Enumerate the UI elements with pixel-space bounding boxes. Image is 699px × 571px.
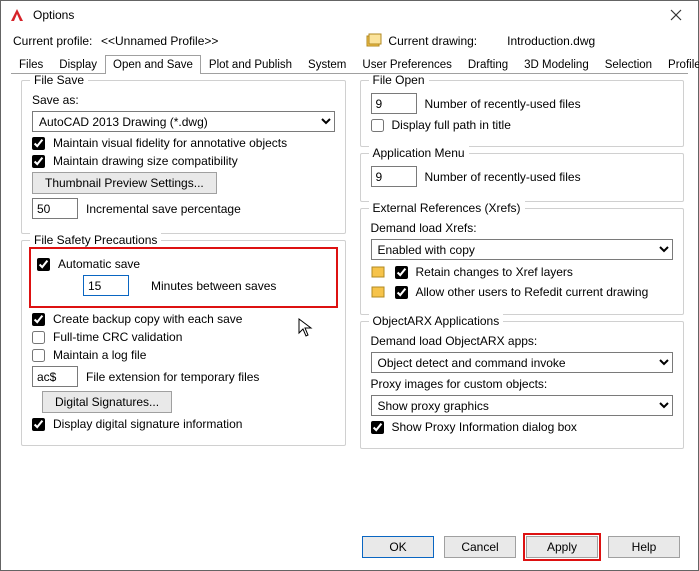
- retain-xref-label: Retain changes to Xref layers: [416, 265, 573, 279]
- tab-selection[interactable]: Selection: [597, 55, 660, 74]
- current-drawing-value: Introduction.dwg: [507, 34, 595, 48]
- current-profile-label: Current profile:: [13, 34, 93, 48]
- maintain-log-label: Maintain a log file: [53, 348, 146, 362]
- crc-validation-label: Full-time CRC validation: [53, 330, 182, 344]
- incremental-save-input[interactable]: [32, 198, 78, 219]
- recent-files-open-label: Number of recently-used files: [425, 97, 581, 111]
- demand-xrefs-label: Demand load Xrefs:: [371, 221, 477, 235]
- app-icon: [7, 5, 27, 25]
- tab-user-preferences[interactable]: User Preferences: [354, 55, 459, 74]
- demand-xrefs-combo[interactable]: Enabled with copy: [371, 239, 674, 260]
- xref-retain-icon: [371, 264, 387, 280]
- drawing-icon: [366, 33, 382, 49]
- minutes-between-saves-input[interactable]: [83, 275, 129, 296]
- tab-profiles[interactable]: Profiles: [660, 55, 699, 74]
- group-objectarx: ObjectARX Applications Demand load Objec…: [360, 321, 685, 449]
- maintain-visual-checkbox[interactable]: [32, 137, 45, 150]
- current-drawing-label: Current drawing:: [388, 34, 477, 48]
- maintain-size-checkbox[interactable]: [32, 155, 45, 168]
- display-digsig-checkbox[interactable]: [32, 418, 45, 431]
- show-proxy-dlg-label: Show Proxy Information dialog box: [392, 420, 577, 434]
- group-title-file-save: File Save: [30, 74, 88, 87]
- maintain-size-label: Maintain drawing size compatibility: [53, 154, 238, 168]
- xref-refedit-icon: [371, 284, 387, 300]
- group-file-open: File Open Number of recently-used files …: [360, 80, 685, 147]
- maintain-visual-label: Maintain visual fidelity for annotative …: [53, 136, 287, 150]
- tab-3d-modeling[interactable]: 3D Modeling: [516, 55, 597, 74]
- close-icon[interactable]: [656, 1, 696, 29]
- recent-files-menu-label: Number of recently-used files: [425, 170, 581, 184]
- automatic-save-label: Automatic save: [58, 257, 140, 271]
- demand-arx-combo[interactable]: Object detect and command invoke: [371, 352, 674, 373]
- automatic-save-checkbox[interactable]: [37, 258, 50, 271]
- minutes-between-saves-label: Minutes between saves: [151, 279, 276, 293]
- group-file-save: File Save Save as: AutoCAD 2013 Drawing …: [21, 80, 346, 234]
- digital-signatures-button[interactable]: Digital Signatures...: [42, 391, 172, 413]
- window-title: Options: [33, 8, 74, 22]
- allow-refedit-checkbox[interactable]: [395, 286, 408, 299]
- crc-validation-checkbox[interactable]: [32, 331, 45, 344]
- profile-row: Current profile: <<Unnamed Profile>> Cur…: [1, 29, 698, 53]
- recent-files-menu-input[interactable]: [371, 166, 417, 187]
- full-path-checkbox[interactable]: [371, 119, 384, 132]
- right-column: File Open Number of recently-used files …: [360, 80, 685, 512]
- group-title-file-safety: File Safety Precautions: [30, 233, 161, 247]
- tab-files[interactable]: Files: [11, 55, 51, 74]
- tabstrip: FilesDisplayOpen and SavePlot and Publis…: [1, 55, 698, 74]
- footer: OK Cancel Apply Help: [1, 524, 698, 570]
- tab-system[interactable]: System: [300, 55, 354, 74]
- cancel-button[interactable]: Cancel: [444, 536, 516, 558]
- retain-xref-checkbox[interactable]: [395, 266, 408, 279]
- incremental-save-label: Incremental save percentage: [86, 202, 241, 216]
- save-as-combo[interactable]: AutoCAD 2013 Drawing (*.dwg): [32, 111, 335, 132]
- group-title-file-open: File Open: [369, 74, 429, 87]
- left-column: File Save Save as: AutoCAD 2013 Drawing …: [21, 80, 346, 512]
- titlebar: Options: [1, 1, 698, 29]
- temp-file-ext-label: File extension for temporary files: [86, 370, 259, 384]
- thumbnail-settings-button[interactable]: Thumbnail Preview Settings...: [32, 172, 217, 194]
- proxy-img-combo[interactable]: Show proxy graphics: [371, 395, 674, 416]
- allow-refedit-label: Allow other users to Refedit current dra…: [416, 285, 649, 299]
- show-proxy-dlg-checkbox[interactable]: [371, 421, 384, 434]
- current-profile-value: <<Unnamed Profile>>: [101, 34, 218, 48]
- display-digsig-label: Display digital signature information: [53, 417, 242, 431]
- proxy-img-label: Proxy images for custom objects:: [371, 377, 548, 391]
- apply-button[interactable]: Apply: [526, 536, 598, 558]
- tab-plot-and-publish[interactable]: Plot and Publish: [201, 55, 300, 74]
- help-button[interactable]: Help: [608, 536, 680, 558]
- group-application-menu: Application Menu Number of recently-used…: [360, 153, 685, 202]
- tab-drafting[interactable]: Drafting: [460, 55, 516, 74]
- group-title-xrefs: External References (Xrefs): [369, 201, 525, 215]
- recent-files-open-input[interactable]: [371, 93, 417, 114]
- group-file-safety: File Safety Precautions Automatic save M…: [21, 240, 346, 446]
- full-path-label: Display full path in title: [392, 118, 511, 132]
- ok-button[interactable]: OK: [362, 536, 434, 558]
- temp-file-ext-input[interactable]: [32, 366, 78, 387]
- group-title-objectarx: ObjectARX Applications: [369, 314, 504, 328]
- create-backup-checkbox[interactable]: [32, 313, 45, 326]
- tab-open-and-save[interactable]: Open and Save: [105, 55, 201, 74]
- group-xrefs: External References (Xrefs) Demand load …: [360, 208, 685, 315]
- demand-arx-label: Demand load ObjectARX apps:: [371, 334, 538, 348]
- group-title-app-menu: Application Menu: [369, 146, 469, 160]
- tab-display[interactable]: Display: [51, 55, 105, 74]
- maintain-log-checkbox[interactable]: [32, 349, 45, 362]
- create-backup-label: Create backup copy with each save: [53, 312, 242, 326]
- save-as-label: Save as:: [32, 93, 79, 107]
